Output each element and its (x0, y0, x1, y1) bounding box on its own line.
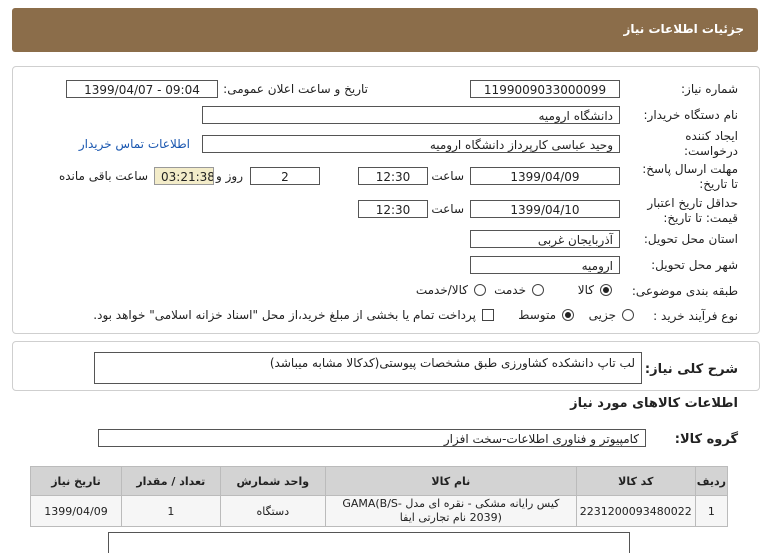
reply-time-label: ساعت (431, 169, 464, 183)
category-goods-service-label: کالا/خدمت (415, 283, 468, 297)
buyer-org-label: نام دستگاه خریدار: (643, 108, 739, 122)
goods-group-field[interactable]: کامپیوتر و فناوری اطلاعات-سخت افزار (98, 429, 646, 447)
price-validity-time-label: ساعت (431, 202, 464, 216)
reply-deadline-date[interactable]: 1399/04/09 (470, 167, 620, 185)
days-remaining-field[interactable]: 2 (250, 167, 320, 185)
category-label: طبقه بندی موضوعی: (631, 284, 738, 298)
price-validity-date[interactable]: 1399/04/10 (470, 200, 620, 218)
announce-datetime-field[interactable]: 1399/04/07 - 09:04 (66, 80, 218, 98)
cell-date: 1399/04/09 (30, 495, 122, 527)
goods-group-label: گروه کالا: (674, 432, 738, 447)
price-validity-label-2: قیمت: تا تاریخ: (663, 211, 738, 225)
city-field[interactable]: ارومیه (470, 256, 620, 274)
requester-field[interactable]: وحید عباسی کارپرداز دانشگاه ارومیه (202, 135, 620, 153)
purchase-medium-radio[interactable] (562, 309, 574, 321)
purchase-medium-label: متوسط (518, 308, 556, 322)
purchase-type-label: نوع فرآیند خرید : (653, 309, 738, 323)
buyer-org-field[interactable]: دانشگاه ارومیه (202, 106, 620, 124)
goods-table: ردیف کد کالا نام کالا واحد شمارش تعداد /… (30, 466, 729, 527)
category-service-label: خدمت (494, 283, 526, 297)
reply-deadline-label-2: تا تاریخ: (699, 177, 738, 191)
need-number-field[interactable]: 1199009033000099 (470, 80, 620, 98)
cell-name: کیس رایانه مشکی - نقره ای مدل GAMA(B/S-2… (324, 495, 577, 527)
category-goods-label: کالا (577, 283, 594, 297)
announce-datetime-label: تاریخ و ساعت اعلان عمومی: (223, 82, 368, 96)
table-header-row: ردیف کد کالا نام کالا واحد شمارش تعداد /… (30, 466, 729, 496)
remaining-time-label: ساعت باقی مانده (58, 169, 148, 183)
price-validity-time[interactable]: 12:30 (358, 200, 428, 218)
col-header-code: کد کالا (575, 466, 696, 496)
summary-label: شرح کلی نیاز: (644, 362, 738, 377)
province-label: استان محل تحویل: (643, 232, 738, 246)
col-header-qty: تعداد / مقدار (121, 466, 221, 496)
summary-field[interactable]: لب تاپ دانشکده کشاورزی طبق مشخصات پیوستی… (94, 352, 642, 384)
col-header-unit: واحد شمارش (219, 466, 326, 496)
reply-deadline-label-1: مهلت ارسال پاسخ: (642, 162, 738, 176)
category-goods-service-radio[interactable] (474, 284, 486, 296)
col-header-name: نام کالا (324, 466, 577, 496)
attachment-box (108, 532, 630, 553)
city-label: شهر محل تحویل: (651, 258, 738, 272)
requester-label-1: ایجاد کننده (685, 129, 738, 143)
need-number-label: شماره نیاز: (681, 82, 738, 96)
reply-deadline-time[interactable]: 12:30 (358, 167, 428, 185)
province-field[interactable]: آذربایجان غربی (470, 230, 620, 248)
days-label: روز و (216, 169, 243, 183)
treasury-bonds-note: پرداخت تمام یا بخشی از مبلغ خرید،از محل … (93, 308, 476, 322)
category-goods-radio[interactable] (600, 284, 612, 296)
cell-row-number: 1 (694, 495, 729, 527)
table-row[interactable]: 1 2231200093480022 کیس رایانه مشکی - نقر… (30, 495, 729, 527)
col-header-row-number: ردیف (694, 466, 729, 496)
cell-qty: 1 (121, 495, 221, 527)
cell-unit: دستگاه (219, 495, 326, 527)
page-title: جزئیات اطلاعات نیاز (623, 22, 744, 36)
col-header-date: تاریخ نیاز (30, 466, 122, 496)
purchase-minor-radio[interactable] (622, 309, 634, 321)
goods-section-title: اطلاعات کالاهای مورد نیاز (570, 396, 738, 411)
price-validity-label-1: حداقل تاریخ اعتبار (647, 196, 738, 210)
purchase-minor-label: جزیی (588, 308, 616, 322)
cell-code: 2231200093480022 (575, 495, 696, 527)
buyer-contact-link[interactable]: اطلاعات تماس خریدار (79, 137, 190, 151)
category-service-radio[interactable] (532, 284, 544, 296)
treasury-bonds-checkbox[interactable] (482, 309, 494, 321)
page-header: جزئیات اطلاعات نیاز (12, 8, 758, 52)
requester-label-2: درخواست: (684, 144, 738, 158)
remaining-time-field: 03:21:38 (154, 167, 214, 185)
